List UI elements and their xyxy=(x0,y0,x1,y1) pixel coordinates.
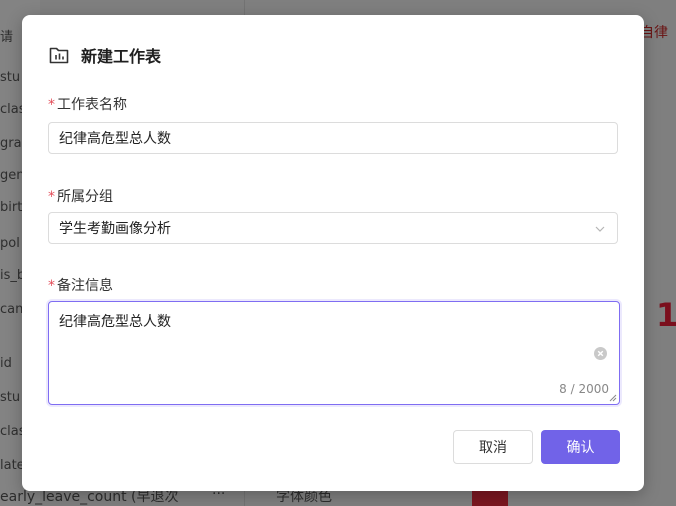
required-mark: * xyxy=(48,97,55,113)
background-field: gra xyxy=(0,136,22,151)
resize-handle-icon[interactable] xyxy=(609,394,617,402)
background-field: pol xyxy=(0,236,20,251)
background-big-number: 1 xyxy=(656,296,676,334)
new-worksheet-dialog: 新建工作表 * 工作表名称 纪律高危型总人数 * 所属分组 学生考勤画像分析 * 备注… xyxy=(22,15,644,491)
remark-textarea[interactable]: 纪律高危型总人数 8 / 2000 xyxy=(48,301,620,405)
required-mark: * xyxy=(48,278,55,294)
group-select-value: 学生考勤画像分析 xyxy=(59,221,171,237)
background-field: can xyxy=(0,302,24,317)
background-field: stu xyxy=(0,390,21,405)
confirm-button[interactable]: 确认 xyxy=(541,430,620,464)
worksheet-name-input[interactable]: 纪律高危型总人数 xyxy=(48,122,618,154)
clear-icon[interactable] xyxy=(594,347,607,360)
worksheet-name-label-text: 工作表名称 xyxy=(57,97,127,113)
background-field: late xyxy=(0,458,25,473)
remark-value: 纪律高危型总人数 xyxy=(59,314,171,330)
remark-label: * 备注信息 xyxy=(48,275,113,295)
worksheet-name-value: 纪律高危型总人数 xyxy=(59,131,171,147)
group-label: * 所属分组 xyxy=(48,186,113,206)
group-label-text: 所属分组 xyxy=(57,189,113,205)
group-select[interactable]: 学生考勤画像分析 xyxy=(48,212,618,244)
remark-label-text: 备注信息 xyxy=(57,278,113,294)
character-counter: 8 / 2000 xyxy=(559,382,609,396)
background-top-left-text: 请 xyxy=(0,30,14,45)
dialog-header: 新建工作表 xyxy=(49,43,161,67)
background-field: gen xyxy=(0,168,25,183)
dialog-title: 新建工作表 xyxy=(81,47,162,66)
folder-chart-icon xyxy=(49,47,69,64)
cancel-button[interactable]: 取消 xyxy=(453,430,533,464)
chevron-down-icon xyxy=(595,226,605,232)
background-field: birt xyxy=(0,200,23,215)
background-field: stu xyxy=(0,70,21,85)
required-mark: * xyxy=(48,189,55,205)
background-right-text: 自律 xyxy=(640,25,668,41)
background-field: id xyxy=(0,356,12,371)
worksheet-name-label: * 工作表名称 xyxy=(48,94,127,114)
